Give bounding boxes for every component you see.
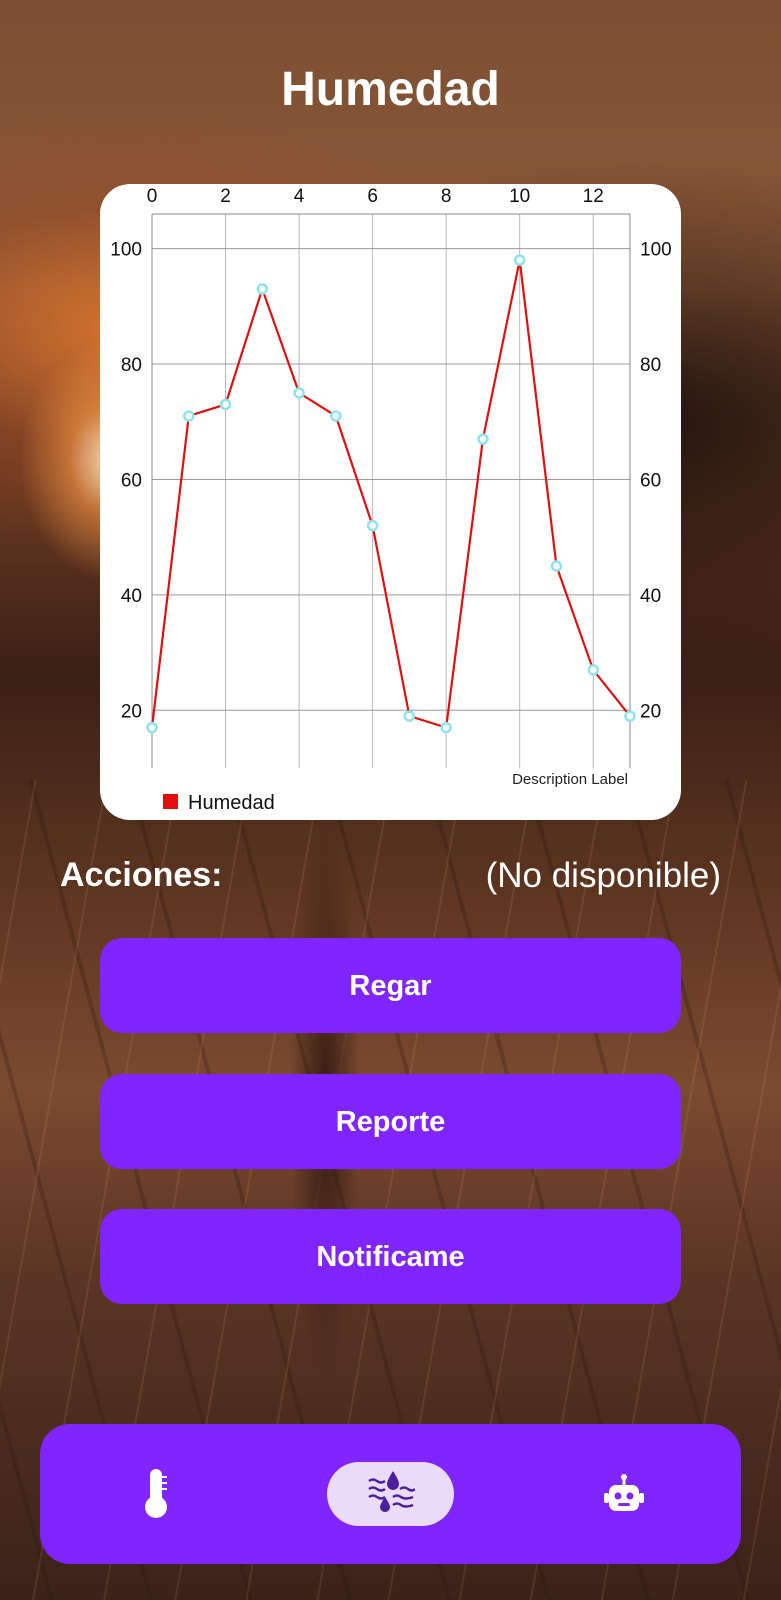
y-tick-label-right: 100: [640, 240, 672, 261]
x-tick-label: 8: [441, 186, 452, 207]
data-point: [256, 283, 269, 295]
y-tick-label-right: 20: [640, 701, 661, 722]
thermometer-icon: [145, 1469, 167, 1518]
notify-button[interactable]: Notificame: [100, 1209, 681, 1304]
data-point: [440, 721, 452, 734]
actions-label: Acciones:: [60, 856, 223, 894]
data-point: [183, 410, 195, 422]
data-point: [513, 254, 526, 266]
bottom-nav: [40, 1424, 741, 1564]
legend-swatch: [163, 794, 178, 809]
data-point: [293, 387, 305, 399]
actions-status: (No disponible): [485, 856, 721, 895]
page-title: Humedad: [281, 63, 500, 116]
humidity-chart: 0 2 4 6 8 10 12 20 20 40 40 60 60 80 80 100 100 Descripti…: [110, 186, 672, 814]
y-tick-label-left: 40: [121, 586, 142, 607]
nav-robot[interactable]: [588, 1462, 660, 1526]
data-point: [624, 710, 636, 722]
report-button[interactable]: Reporte: [100, 1074, 681, 1169]
nav-temperature[interactable]: [120, 1462, 192, 1526]
x-tick-label: 0: [147, 186, 158, 207]
data-point: [403, 710, 416, 722]
y-tick-label-right: 60: [640, 470, 661, 491]
chart-card: 0 2 4 6 8 10 12 20 20 40 40 60 60 80 80 100 100 Descripti…: [100, 184, 681, 820]
data-point: [550, 560, 563, 572]
data-point: [146, 721, 158, 734]
y-tick-label-left: 100: [110, 240, 142, 261]
data-point: [366, 519, 379, 532]
nav-humidity[interactable]: [327, 1462, 454, 1526]
description-label: Description Label: [512, 771, 628, 788]
data-point: [587, 664, 599, 676]
robot-icon: [604, 1474, 644, 1511]
x-tick-label: 4: [294, 186, 305, 207]
y-tick-label-left: 60: [121, 470, 142, 491]
x-tick-label: 10: [509, 186, 530, 207]
y-tick-label-right: 80: [640, 355, 661, 376]
data-point: [330, 410, 342, 422]
data-point: [219, 398, 232, 411]
data-point: [477, 433, 489, 445]
y-tick-label-right: 40: [640, 586, 661, 607]
x-tick-label: 2: [220, 186, 231, 207]
series-line-humedad: [150, 259, 631, 730]
y-tick-label-left: 20: [121, 701, 142, 722]
y-tick-label-left: 80: [121, 355, 142, 376]
x-tick-label: 6: [367, 186, 378, 207]
water-humidity-icon: [367, 1471, 415, 1512]
legend-label: Humedad: [188, 792, 275, 814]
water-button[interactable]: Regar: [100, 938, 681, 1033]
x-tick-label: 12: [583, 186, 604, 207]
